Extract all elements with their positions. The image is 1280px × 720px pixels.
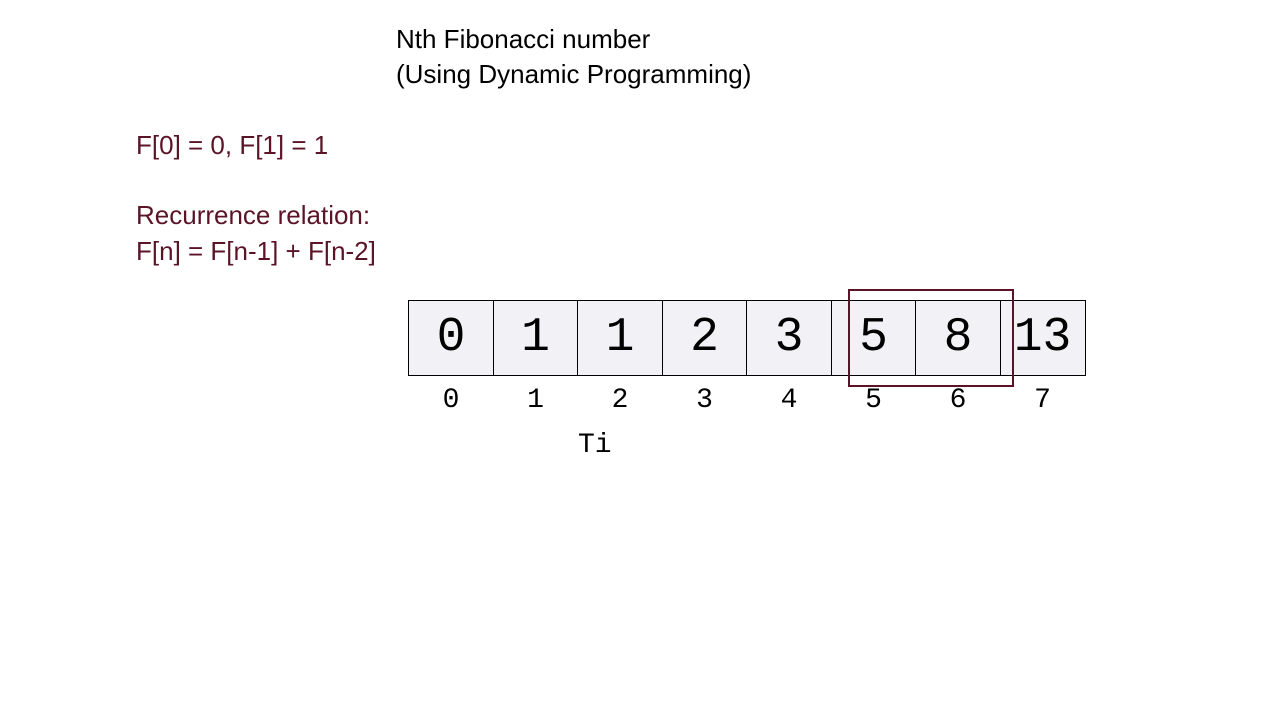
index-cell: 7 <box>1000 385 1086 416</box>
array-caption: Ti <box>578 430 612 461</box>
array-cell: 8 <box>915 300 1001 376</box>
fibonacci-array: 0 1 1 2 3 5 8 13 <box>408 300 1086 376</box>
index-cell: 1 <box>493 385 579 416</box>
array-cell: 1 <box>493 300 579 376</box>
array-cell: 5 <box>831 300 917 376</box>
array-cell: 0 <box>408 300 494 376</box>
recurrence-formula: F[n] = F[n-1] + F[n-2] <box>136 236 376 267</box>
base-cases-text: F[0] = 0, F[1] = 1 <box>136 130 328 161</box>
recurrence-label: Recurrence relation: <box>136 200 370 231</box>
index-cell: 5 <box>831 385 917 416</box>
index-cell: 4 <box>746 385 832 416</box>
title-line-1: Nth Fibonacci number <box>396 22 751 57</box>
index-cell: 3 <box>662 385 748 416</box>
array-cell: 1 <box>577 300 663 376</box>
index-cell: 2 <box>577 385 663 416</box>
index-cell: 0 <box>408 385 494 416</box>
diagram-title: Nth Fibonacci number (Using Dynamic Prog… <box>396 22 751 92</box>
title-line-2: (Using Dynamic Programming) <box>396 57 751 92</box>
array-cell: 2 <box>662 300 748 376</box>
array-indices: 0 1 2 3 4 5 6 7 <box>408 385 1086 416</box>
array-cell: 3 <box>746 300 832 376</box>
index-cell: 6 <box>915 385 1001 416</box>
array-cell: 13 <box>1000 300 1086 376</box>
